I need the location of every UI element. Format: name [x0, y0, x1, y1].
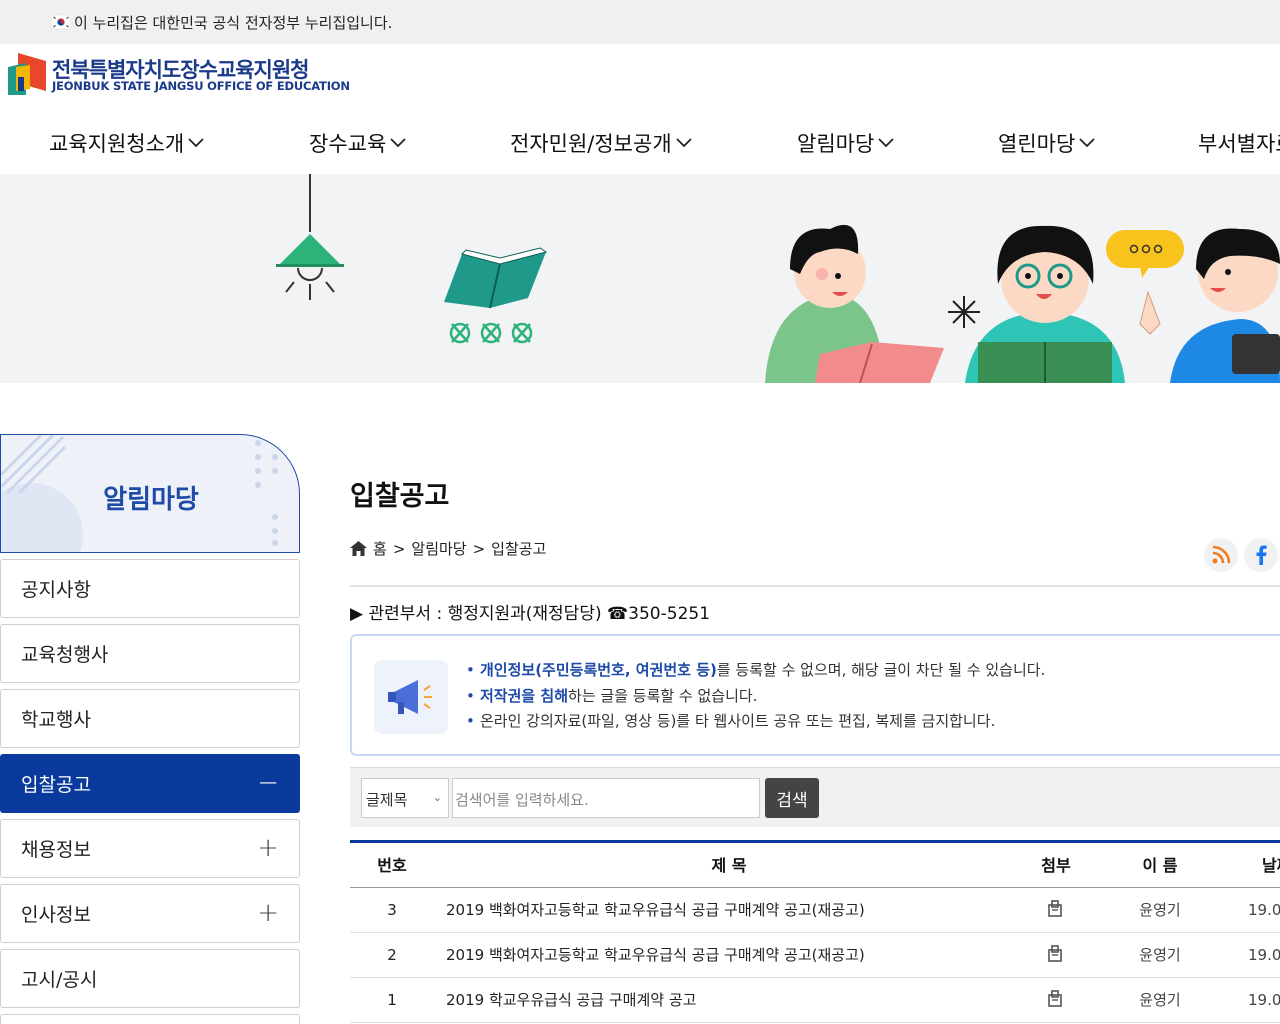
gnb-item-open[interactable]: 열린마당: [998, 128, 1095, 158]
row-title-link[interactable]: 2019 학교우유급식 공급 구매계약 공고: [446, 978, 696, 1022]
gnb-item-label: 부서별자료: [1198, 132, 1280, 156]
lnb-title-box: 알림마당: [0, 434, 300, 553]
expand-icon: +: [257, 898, 279, 928]
expand-icon: +: [257, 833, 279, 863]
table-row[interactable]: 2 2019 백화여자고등학교 학교우유급식 공급 구매계약 공고(재공고) 윤…: [350, 933, 1280, 978]
lnb-item-office-events[interactable]: 교육청행사: [0, 624, 300, 683]
gnb-item-dept[interactable]: 부서별자료: [1198, 128, 1280, 158]
facebook-button[interactable]: [1244, 538, 1278, 572]
chevron-down-icon: [676, 138, 692, 148]
visual-banner: [0, 174, 1280, 383]
notice-line-copyright: • 저작권을 침해 하는 글을 등록할 수 없습니다.: [466, 686, 758, 705]
gnb-item-label: 알림마당: [797, 132, 875, 156]
chevron-down-icon: ⌄: [432, 791, 442, 804]
facebook-icon: [1256, 545, 1267, 565]
org-name-en[interactable]: JEONBUK STATE JANGSU OFFICE OF EDUCATION: [52, 79, 350, 93]
table-row[interactable]: 3 2019 백화여자고등학교 학교우유급식 공급 구매계약 공고(재공고) 윤…: [350, 888, 1280, 933]
notice-line-privacy: • 개인정보(주민등록번호, 여권번호 등) 를 등록할 수 없으며, 해당 글이 …: [466, 661, 1046, 679]
col-title: 제 목: [711, 856, 747, 875]
row-title-link[interactable]: 2019 백화여자고등학교 학교우유급식 공급 구매계약 공고(재공고): [446, 933, 865, 977]
gnb-item-label: 전자민원/정보공개: [510, 132, 672, 156]
collapse-icon: −: [257, 768, 279, 798]
gnb-item-civil[interactable]: 전자민원/정보공개: [510, 128, 692, 158]
row-no: 1: [387, 991, 397, 1009]
breadcrumb-current: 입찰공고: [491, 540, 547, 558]
divider: [350, 585, 1280, 587]
lnb-item-label: 채용정보: [21, 839, 91, 861]
logo-icon[interactable]: [8, 53, 46, 95]
search-button[interactable]: 검색: [765, 778, 819, 818]
col-date: 날짜: [1262, 856, 1280, 875]
col-attach: 첨부: [1041, 856, 1071, 875]
row-date: 19.04: [1248, 946, 1280, 964]
notice-box: • 개인정보(주민등록번호, 여권번호 등) 를 등록할 수 없으며, 해당 글이 …: [350, 634, 1280, 756]
lnb-item-school-events[interactable]: 학교행사: [0, 689, 300, 748]
rss-button[interactable]: [1204, 538, 1238, 572]
lnb-item-next[interactable]: [0, 1014, 300, 1024]
row-date: 19.0: [1248, 991, 1280, 1009]
table-row[interactable]: 1 2019 학교우유급식 공급 구매계약 공고 윤영기 19.0: [350, 978, 1280, 1023]
breadcrumb-separator: >: [472, 539, 486, 558]
row-title-link[interactable]: 2019 백화여자고등학교 학교우유급식 공급 구매계약 공고(재공고): [446, 888, 865, 932]
table-header: 번호 제 목 첨부 이 름 날짜: [350, 840, 1280, 888]
row-name: 윤영기: [1139, 901, 1181, 919]
lnb-item-notice[interactable]: 공지사항: [0, 559, 300, 618]
chevron-down-icon: [1079, 138, 1095, 148]
row-name: 윤영기: [1139, 946, 1181, 964]
breadcrumb: 홈 > 알림마당 > 입찰공고: [350, 538, 546, 559]
korea-flag-icon: [52, 14, 70, 30]
notice-line-materials: • 온라인 강의자료(파일, 영상 등)를 타 웹사이트 공유 또는 편집, 복제…: [466, 712, 996, 730]
gnb-item-label: 장수교육: [309, 132, 387, 156]
attachment-icon[interactable]: [1047, 990, 1063, 1008]
chevron-down-icon: [390, 138, 406, 148]
gnb-item-label: 열린마당: [998, 132, 1076, 156]
row-date: 19.04: [1248, 901, 1280, 919]
home-icon[interactable]: [350, 541, 367, 556]
lnb-item-personnel[interactable]: 인사정보 +: [0, 884, 300, 943]
row-no: 2: [387, 946, 397, 964]
lnb-item-label: 고시/공시: [21, 969, 98, 991]
lnb-item-label: 학교행사: [21, 709, 91, 731]
attachment-icon[interactable]: [1047, 945, 1063, 963]
breadcrumb-level1[interactable]: 알림마당: [411, 538, 466, 559]
banner-illustration: [276, 174, 1280, 383]
col-name: 이 름: [1142, 856, 1178, 875]
lnb-item-recruit[interactable]: 채용정보 +: [0, 819, 300, 878]
search-bar: 글제목 ⌄ 검색어를 입력하세요. 검색: [350, 767, 1280, 827]
lnb-title: 알림마당: [103, 485, 199, 515]
lnb-item-label: 인사정보: [21, 904, 91, 926]
gnb-item-intro[interactable]: 교육지원청소개: [49, 128, 204, 158]
lnb-item-bid[interactable]: 입찰공고 −: [0, 754, 300, 813]
chevron-down-icon: [878, 138, 894, 148]
gnb-item-label: 교육지원청소개: [49, 132, 185, 156]
attachment-icon[interactable]: [1047, 900, 1063, 918]
row-name: 윤영기: [1139, 991, 1181, 1009]
breadcrumb-home[interactable]: 홈: [373, 538, 387, 559]
breadcrumb-separator: >: [392, 539, 406, 558]
gnb-item-notice[interactable]: 알림마당: [797, 128, 894, 158]
search-field-select[interactable]: 글제목 ⌄: [361, 778, 449, 818]
col-no: 번호: [377, 856, 407, 875]
lnb-item-label: 공지사항: [21, 579, 91, 601]
gov-banner: 이 누리집은 대한민국 공식 전자정부 누리집입니다.: [0, 0, 1280, 44]
related-dept: ▶ 관련부서 : 행정지원과(재정담당) ☎350-5251: [350, 604, 711, 624]
search-input[interactable]: 검색어를 입력하세요.: [452, 778, 760, 818]
lnb-item-label: 입찰공고: [21, 774, 91, 796]
gnb-item-education[interactable]: 장수교육: [309, 128, 406, 158]
rss-icon: [1212, 545, 1231, 564]
page-title: 입찰공고: [350, 481, 450, 512]
main-nav: 교육지원청소개 장수교육 전자민원/정보공개 알림마당 열린마당 부서별자료: [0, 128, 1280, 164]
chevron-down-icon: [188, 138, 204, 148]
lnb-item-announcement[interactable]: 고시/공시: [0, 949, 300, 1008]
gov-banner-text: 이 누리집은 대한민국 공식 전자정부 누리집입니다.: [74, 14, 393, 32]
lnb-item-label: 교육청행사: [21, 644, 109, 666]
megaphone-icon: [374, 660, 448, 734]
row-no: 3: [387, 901, 397, 919]
